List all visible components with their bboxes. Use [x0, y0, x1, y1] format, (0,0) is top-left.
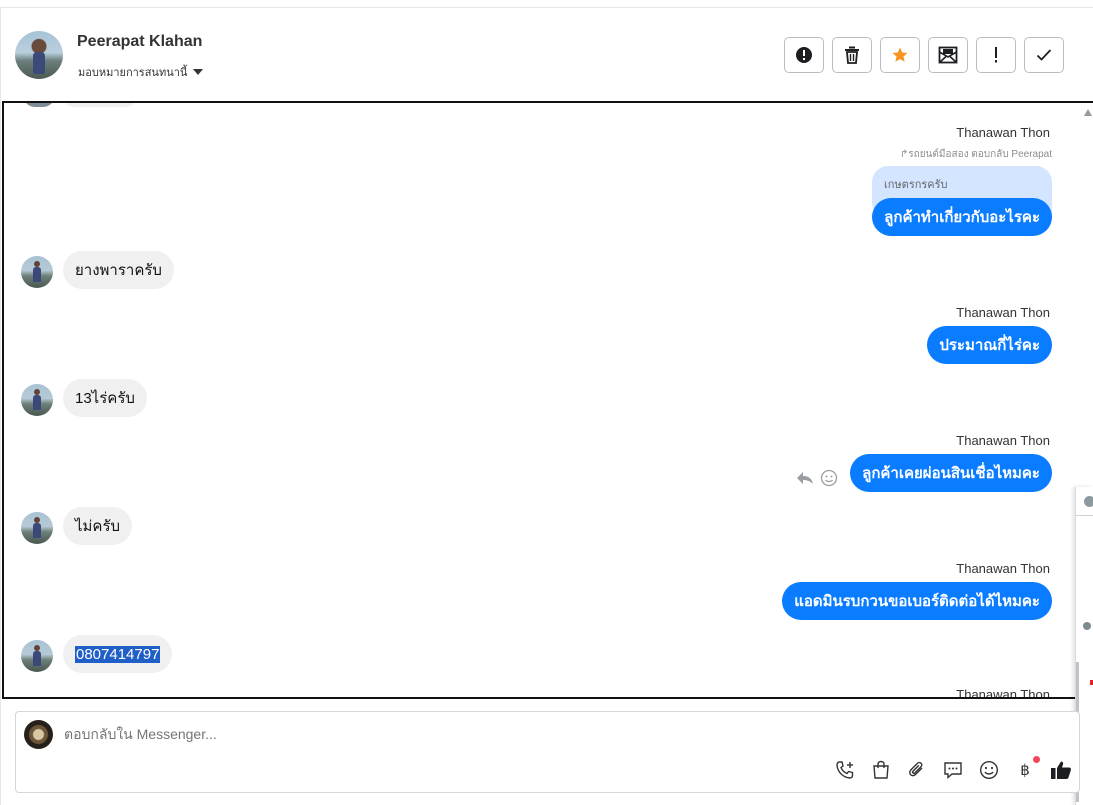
notification-dot	[1033, 756, 1040, 763]
check-icon	[1036, 49, 1052, 61]
sender-name: Thanawan Thon	[956, 561, 1050, 576]
scroll-up-arrow-icon[interactable]	[1084, 109, 1092, 116]
alert-circle-icon	[796, 47, 812, 63]
incoming-message[interactable]: ยางพาราครับ	[63, 251, 174, 289]
avatar[interactable]	[21, 256, 53, 288]
assign-label: มอบหมายการสนทนานี้	[78, 67, 188, 79]
sender-name: Thanawan Thon	[956, 125, 1050, 140]
avatar	[23, 103, 55, 107]
incoming-message[interactable]: 13ไร่ครับ	[63, 379, 147, 417]
paperclip-icon	[909, 761, 923, 777]
sender-name: Thanawan Thon	[956, 433, 1050, 448]
avatar	[1083, 622, 1091, 630]
message-thread[interactable]: Thanawan Thon ↱รถยนต์มือสอง ตอบกลับ Peer…	[2, 101, 1093, 699]
header-actions	[784, 37, 1064, 73]
page-avatar	[24, 720, 53, 749]
like-button[interactable]	[1050, 759, 1072, 781]
envelope-icon	[938, 46, 958, 64]
avatar[interactable]	[21, 512, 53, 544]
outgoing-message[interactable]: ลูกค้าเคยผ่อนสินเชื่อไหมคะ	[850, 454, 1052, 492]
shop-button[interactable]	[870, 759, 892, 781]
contact-avatar[interactable]	[15, 31, 63, 79]
reply-context: ↱รถยนต์มือสอง ตอบกลับ Peerapat	[899, 149, 1052, 160]
incoming-message[interactable]: 0807414797	[63, 635, 173, 673]
assign-conversation-dropdown[interactable]: มอบหมายการสนทนานี้	[78, 63, 204, 81]
composer-toolbar: ฿	[834, 756, 1072, 781]
payment-button[interactable]: ฿	[1014, 756, 1040, 781]
reply-input[interactable]	[64, 726, 664, 742]
shopping-bag-icon	[873, 760, 889, 779]
emoji-button[interactable]	[978, 759, 1000, 781]
star-button[interactable]	[880, 37, 920, 73]
contact-name[interactable]: Peerapat Klahan	[77, 33, 202, 51]
reply-icon[interactable]	[796, 470, 814, 486]
avatar	[1084, 496, 1093, 507]
conversation-header: Peerapat Klahan มอบหมายการสนทนานี้	[0, 8, 1093, 100]
emoji-icon	[979, 760, 999, 780]
delete-button[interactable]	[832, 37, 872, 73]
outgoing-message[interactable]: ประมาณกี่ไร่คะ	[927, 326, 1052, 364]
left-divider	[0, 7, 1, 805]
incoming-message[interactable]: ไม่ครับ	[63, 507, 133, 545]
message-composer: ฿	[15, 711, 1080, 793]
sender-name: Thanawan Thon	[956, 687, 1050, 699]
message-bubble-partial	[64, 103, 136, 107]
outgoing-message[interactable]: ลูกค้าทำเกี่ยวกับอะไรคะ	[872, 198, 1052, 236]
star-icon	[892, 47, 908, 62]
mark-important-button[interactable]	[976, 37, 1016, 73]
mark-unread-button[interactable]	[928, 37, 968, 73]
call-button[interactable]	[834, 759, 856, 781]
selected-phone-number[interactable]: 0807414797	[75, 645, 161, 663]
message-hover-tools	[796, 469, 838, 487]
attach-button[interactable]	[906, 759, 928, 781]
emoji-reaction-icon[interactable]	[820, 469, 838, 487]
caret-down-icon	[193, 69, 204, 75]
saved-replies-button[interactable]	[942, 759, 964, 781]
thumbs-up-icon	[1051, 761, 1071, 779]
trash-icon	[845, 46, 859, 64]
chat-bubble-icon	[944, 762, 962, 780]
divider	[1076, 515, 1093, 516]
phone-add-icon	[836, 761, 854, 779]
quoted-text: เกษตรกรครับ	[884, 179, 948, 191]
baht-icon: ฿	[1020, 761, 1030, 779]
sender-name: Thanawan Thon	[956, 305, 1050, 320]
avatar[interactable]	[21, 640, 53, 672]
mark-done-button[interactable]	[1024, 37, 1064, 73]
exclamation-icon	[995, 47, 997, 63]
avatar[interactable]	[21, 384, 53, 416]
report-spam-button[interactable]	[784, 37, 824, 73]
outgoing-message[interactable]: แอดมินรบกวนขอเบอร์ติดต่อได้ไหมคะ	[782, 582, 1052, 620]
